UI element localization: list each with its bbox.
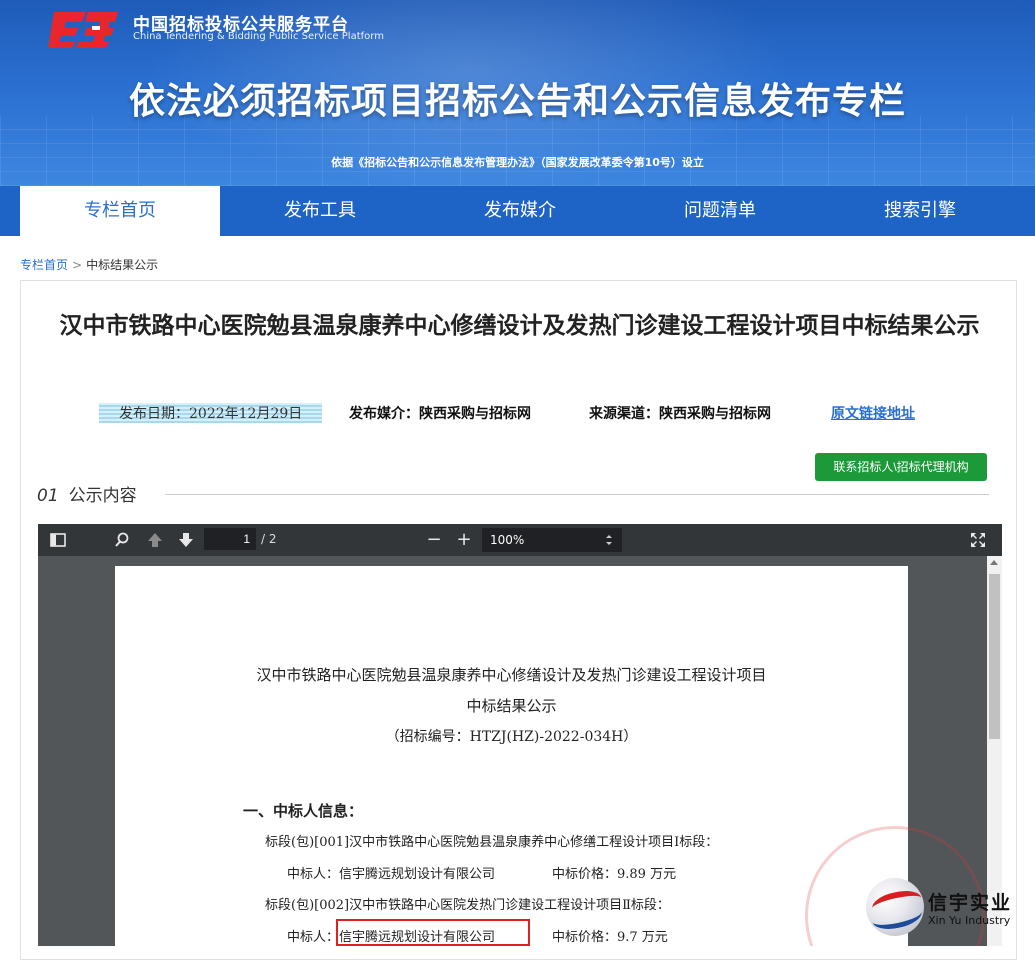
zoom-select[interactable]: 100% <box>482 528 622 552</box>
fullscreen-icon[interactable] <box>968 530 988 550</box>
source-channel: 来源渠道：陕西采购与招标网 <box>589 406 771 422</box>
nav-item-publish-media[interactable]: 发布媒介 <box>420 186 620 236</box>
doc-lot1-price: 中标价格：9.89 万元 <box>552 867 677 882</box>
doc-title-line1: 汉中市铁路中心医院勉县温泉康养中心修缮设计及发热门诊建设工程设计项目 <box>256 666 767 684</box>
doc-section-heading: 一、中标人信息： <box>243 802 364 820</box>
company-watermark-logo: 信宇实业 Xin Yu Industry <box>866 878 1026 940</box>
section-divider <box>165 494 989 495</box>
breadcrumb: 专栏首页 > 中标结果公示 <box>20 256 158 273</box>
scroll-thumb[interactable] <box>989 574 1000 739</box>
breadcrumb-current: 中标结果公示 <box>86 258 159 272</box>
previous-page-icon[interactable] <box>145 530 165 550</box>
page-number-input[interactable] <box>204 528 256 550</box>
doc-lot2-price: 中标价格：9.7 万元 <box>552 930 668 945</box>
breadcrumb-home-link[interactable]: 专栏首页 <box>20 258 68 272</box>
contact-tenderer-button[interactable]: 联系招标人\招标代理机构 <box>815 453 987 481</box>
platform-logo-icon[interactable] <box>48 8 120 48</box>
doc-lot1-description: 标段(包)[001]汉中市铁路中心医院勉县温泉康养中心修缮工程设计项目Ⅰ标段： <box>265 835 719 850</box>
banner-grid-pattern <box>0 116 1035 186</box>
nav-item-publish-tools[interactable]: 发布工具 <box>220 186 420 236</box>
page-total: / 2 <box>261 532 277 546</box>
breadcrumb-separator: > <box>72 258 83 272</box>
nav-item-search-engine[interactable]: 搜索引擎 <box>820 186 1020 236</box>
zoom-in-button[interactable]: + <box>454 530 474 550</box>
main-nav: 专栏首页 发布工具 发布媒介 问题清单 搜索引擎 <box>0 186 1035 236</box>
search-icon[interactable] <box>112 530 132 550</box>
doc-lot2-description: 标段(包)[002]汉中市铁路中心医院发热门诊建设工程设计项目Ⅱ标段： <box>265 898 670 913</box>
section-heading: 01 公示内容 <box>37 481 137 506</box>
banner-title: 依法必须招标项目招标公告和公示信息发布专栏 <box>128 81 906 122</box>
publish-media: 发布媒介：陕西采购与招标网 <box>349 406 531 422</box>
watermark-name-cn: 信宇实业 <box>928 892 1013 914</box>
zoom-value: 100% <box>490 533 525 547</box>
site-name-en: China Tendering & Bidding Public Service… <box>133 31 384 42</box>
pdf-toolbar: / 2 − + 100% <box>38 524 1002 556</box>
original-link[interactable]: 原文链接地址 <box>831 403 915 423</box>
pdf-viewer: / 2 − + 100% 汉中市铁路中心医院勉县温泉康养中心修缮设计及发热门诊建… <box>38 524 1002 946</box>
zoom-out-button[interactable]: − <box>424 530 444 550</box>
doc-title-line2: 中标结果公示 <box>466 697 557 715</box>
banner-subtitle: 依据《招标公告和公示信息发布管理办法》（国家发展改革委令第10号）设立 <box>331 156 704 169</box>
sidebar-toggle-icon[interactable] <box>48 530 68 550</box>
doc-lot1-winner: 中标人：信宇腾远规划设计有限公司 <box>287 867 496 882</box>
doc-tender-code: （招标编号：HTZJ(HZ)-2022-034H） <box>385 729 638 745</box>
chevron-updown-icon <box>606 535 612 545</box>
pdf-page: 汉中市铁路中心医院勉县温泉康养中心修缮设计及发热门诊建设工程设计项目 中标结果公… <box>115 566 985 946</box>
scroll-up-arrow-icon[interactable] <box>990 560 998 565</box>
watermark-name-en: Xin Yu Industry <box>928 914 1011 927</box>
section-title: 公示内容 <box>68 486 137 506</box>
nav-item-faq[interactable]: 问题清单 <box>620 186 820 236</box>
next-page-icon[interactable] <box>176 530 196 550</box>
section-number: 01 <box>37 486 59 506</box>
nav-item-home[interactable]: 专栏首页 <box>20 186 220 236</box>
winner-highlight-box <box>336 919 530 946</box>
article-title: 汉中市铁路中心医院勉县温泉康养中心修缮设计及发热门诊建设工程设计项目中标结果公示 <box>59 313 980 339</box>
publish-date: 发布日期：2022年12月29日 <box>99 403 323 423</box>
header-banner: 中国招标投标公共服务平台 China Tendering & Bidding P… <box>0 0 1035 186</box>
